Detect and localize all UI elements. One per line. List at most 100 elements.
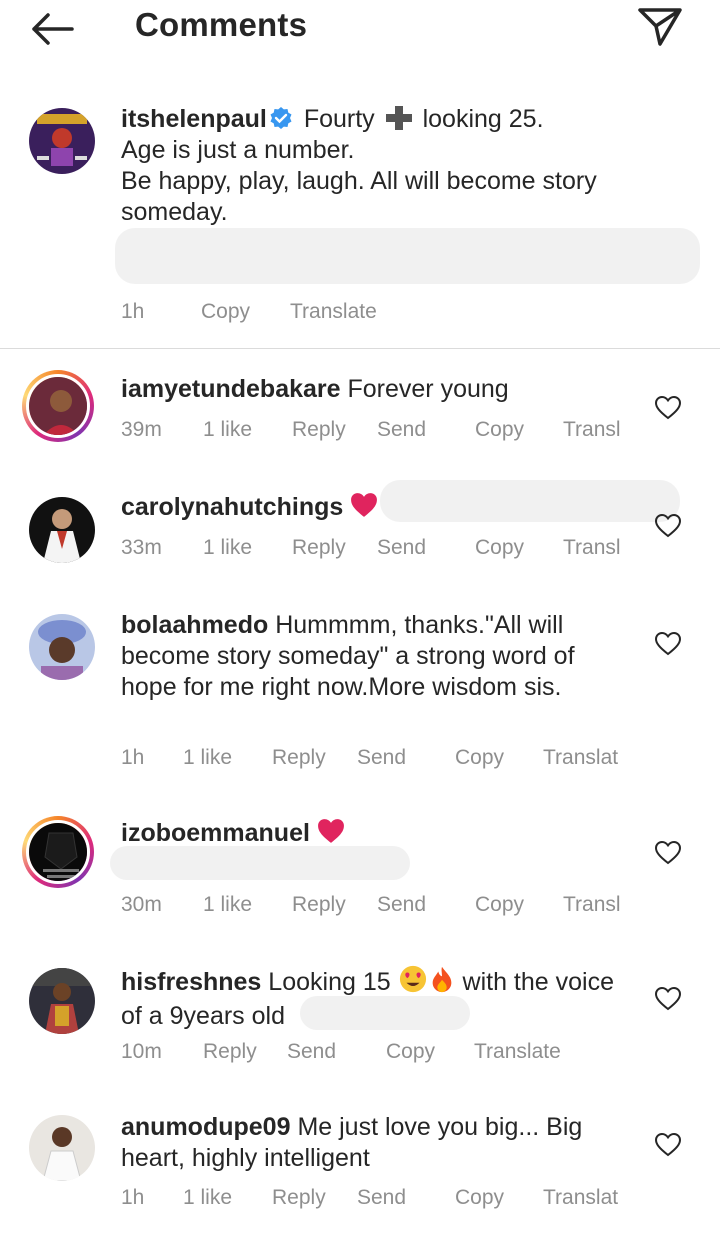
- like-heart-icon[interactable]: [655, 514, 681, 538]
- avatar-image: [29, 108, 95, 174]
- caption-username[interactable]: itshelenpaul: [121, 105, 267, 133]
- caption-time: 1h: [121, 300, 145, 323]
- comment-1-time: 39m: [121, 418, 162, 441]
- redacted-area: [110, 846, 410, 880]
- caption-copy-button[interactable]: Copy: [201, 300, 250, 324]
- comment-1-reply-button[interactable]: Reply: [292, 418, 346, 442]
- comment-6-send-button[interactable]: Send: [357, 1186, 406, 1210]
- red-heart-emoji-icon: [350, 492, 378, 526]
- direct-send-icon[interactable]: [636, 6, 684, 48]
- comment-6-time: 1h: [121, 1186, 145, 1209]
- comment-4-copy-button[interactable]: Copy: [475, 893, 524, 917]
- avatar-image: [29, 497, 95, 563]
- comment-3-likes[interactable]: 1 like: [183, 746, 232, 770]
- comment-6-likes[interactable]: 1 like: [183, 1186, 232, 1210]
- comment-4-time: 30m: [121, 893, 162, 916]
- page-title: Comments: [135, 6, 308, 43]
- comment-1-copy-button[interactable]: Copy: [475, 418, 524, 442]
- comment-3-body-line-1: Hummmm, thanks."All will: [275, 611, 564, 639]
- comment-1-translate-button[interactable]: Transl: [563, 418, 621, 442]
- caption-text-part2: looking 25.: [422, 105, 544, 133]
- avatar-image: [29, 1115, 95, 1181]
- comment-3-body-line-3: hope for me right now.More wisdom sis.: [121, 673, 562, 701]
- comment-3-translate-button[interactable]: Translat: [543, 746, 618, 770]
- comment-5-copy-button[interactable]: Copy: [386, 1040, 435, 1064]
- comment-6-translate-button[interactable]: Translat: [543, 1186, 618, 1210]
- comment-6-username[interactable]: anumodupe09: [121, 1113, 290, 1141]
- comment-1-likes[interactable]: 1 like: [203, 418, 252, 442]
- comment-6-body-line-2: heart, highly intelligent: [121, 1144, 370, 1172]
- comment-3-copy-button[interactable]: Copy: [455, 746, 504, 770]
- plus-emoji-icon: [385, 106, 412, 130]
- avatar-comment-3[interactable]: [29, 614, 95, 680]
- caption-actions: 1h Copy Translate: [121, 300, 421, 326]
- redacted-area: [380, 480, 680, 522]
- avatar-comment-5[interactable]: [29, 968, 95, 1034]
- like-heart-icon[interactable]: [655, 396, 681, 420]
- comment-4-send-button[interactable]: Send: [377, 893, 426, 917]
- comment-5-username[interactable]: hisfreshnes: [121, 968, 261, 996]
- comment-2-time: 33m: [121, 536, 162, 559]
- comment-3-actions: 1h 1 like Reply Send Copy Translat: [121, 746, 641, 772]
- avatar-comment-2[interactable]: [29, 497, 95, 563]
- comment-1-username[interactable]: iamyetundebakare: [121, 375, 341, 403]
- divider: [0, 348, 720, 349]
- avatar-comment-4[interactable]: [22, 816, 94, 888]
- comment-2-copy-button[interactable]: Copy: [475, 536, 524, 560]
- caption-translate-button[interactable]: Translate: [290, 300, 377, 324]
- caption-text: itshelenpaul Fourty looking 25. Age is j…: [121, 104, 597, 228]
- redacted-area: [300, 996, 470, 1030]
- avatar-caption-author[interactable]: [29, 108, 95, 174]
- comment-1-actions: 39m 1 like Reply Send Copy Transl: [121, 418, 641, 444]
- comment-5-time: 10m: [121, 1040, 162, 1063]
- comment-3-reply-button[interactable]: Reply: [272, 746, 326, 770]
- comment-3-send-button[interactable]: Send: [357, 746, 406, 770]
- redacted-area: [115, 228, 700, 284]
- comment-3-text: bolaahmedo Hummmm, thanks."All will beco…: [121, 610, 575, 703]
- comment-2-text: carolynahutchings: [121, 492, 378, 526]
- avatar-image: [29, 823, 87, 881]
- comment-2-username[interactable]: carolynahutchings: [121, 493, 343, 521]
- comment-5-reply-button[interactable]: Reply: [203, 1040, 257, 1064]
- comment-2-send-button[interactable]: Send: [377, 536, 426, 560]
- avatar-image: [29, 968, 95, 1034]
- comment-3-username[interactable]: bolaahmedo: [121, 611, 268, 639]
- caption-line-3: Be happy, play, laugh. All will become s…: [121, 167, 597, 195]
- comment-5-translate-button[interactable]: Translate: [474, 1040, 561, 1064]
- comment-6-copy-button[interactable]: Copy: [455, 1186, 504, 1210]
- comment-1-body: Forever young: [347, 375, 509, 403]
- comment-3-time: 1h: [121, 746, 145, 769]
- comment-4-reply-button[interactable]: Reply: [292, 893, 346, 917]
- like-heart-icon[interactable]: [655, 841, 681, 865]
- comment-5-body-part-1: Looking 15: [268, 968, 391, 996]
- caption-line-4: someday.: [121, 198, 228, 226]
- avatar-comment-1[interactable]: [22, 370, 94, 442]
- comment-6-body-line-1: Me just love you big... Big: [297, 1113, 583, 1141]
- back-arrow-icon[interactable]: [30, 12, 76, 46]
- comment-4-likes[interactable]: 1 like: [203, 893, 252, 917]
- comment-1-text: iamyetundebakare Forever young: [121, 374, 509, 405]
- comment-2-reply-button[interactable]: Reply: [292, 536, 346, 560]
- comment-5-send-button[interactable]: Send: [287, 1040, 336, 1064]
- comment-2-actions: 33m 1 like Reply Send Copy Transl: [121, 536, 641, 562]
- avatar-comment-6[interactable]: [29, 1115, 95, 1181]
- comment-2-translate-button[interactable]: Transl: [563, 536, 621, 560]
- comment-6-actions: 1h 1 like Reply Send Copy Translat: [121, 1186, 641, 1212]
- comment-1-send-button[interactable]: Send: [377, 418, 426, 442]
- comment-3-body-line-2: become story someday" a strong word of: [121, 642, 575, 670]
- comment-4-actions: 30m 1 like Reply Send Copy Transl: [121, 893, 641, 919]
- comment-5-body-part-2: with the voice: [462, 968, 614, 996]
- like-heart-icon[interactable]: [655, 987, 681, 1011]
- avatar-image: [29, 377, 87, 435]
- like-heart-icon[interactable]: [655, 632, 681, 656]
- like-heart-icon[interactable]: [655, 1133, 681, 1157]
- comment-6-reply-button[interactable]: Reply: [272, 1186, 326, 1210]
- caption-line-2: Age is just a number.: [121, 136, 355, 164]
- comment-4-username[interactable]: izoboemmanuel: [121, 819, 310, 847]
- comment-4-translate-button[interactable]: Transl: [563, 893, 621, 917]
- verified-badge-icon: [270, 107, 292, 129]
- comment-2-likes[interactable]: 1 like: [203, 536, 252, 560]
- top-bar: Comments: [0, 0, 720, 60]
- comment-6-text: anumodupe09 Me just love you big... Big …: [121, 1112, 582, 1174]
- caption-text-part1: Fourty: [303, 105, 375, 133]
